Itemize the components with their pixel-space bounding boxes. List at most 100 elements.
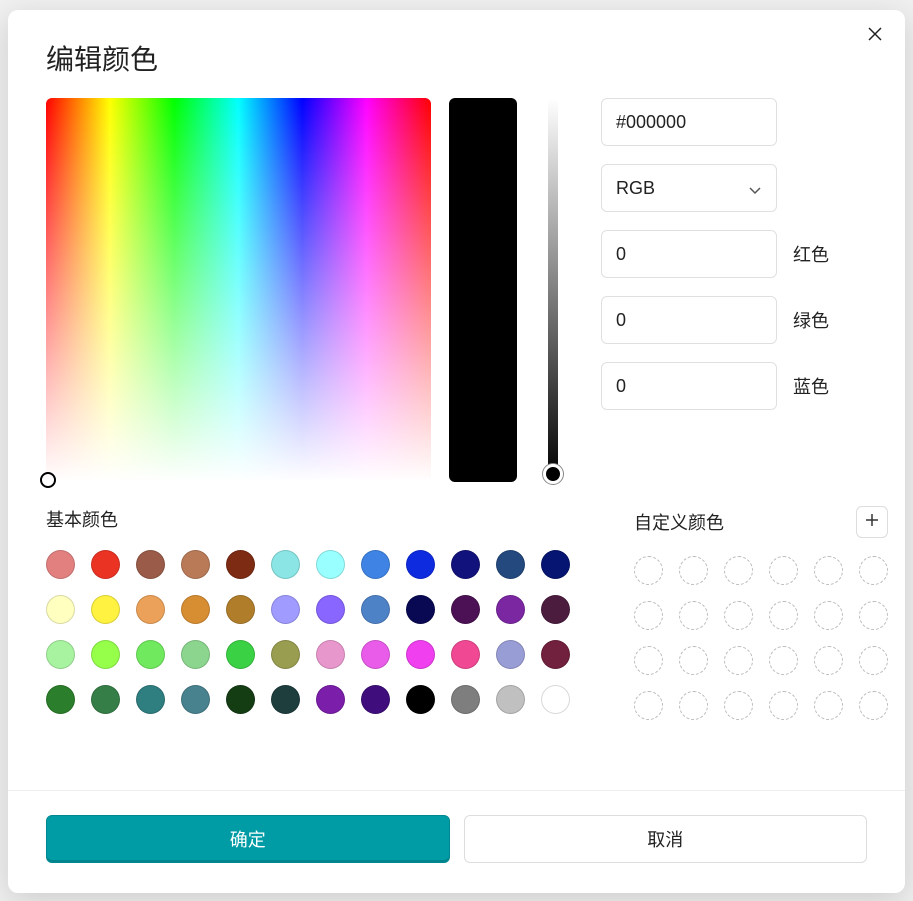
custom-swatch-empty[interactable] [814, 646, 843, 675]
basic-swatch[interactable] [271, 640, 300, 669]
custom-swatch-empty[interactable] [724, 691, 753, 720]
hue-cursor[interactable] [40, 472, 56, 488]
ok-button[interactable]: 确定 [46, 815, 450, 863]
custom-swatch-empty[interactable] [769, 601, 798, 630]
blue-input[interactable] [601, 362, 777, 410]
basic-swatch[interactable] [46, 640, 75, 669]
basic-swatch[interactable] [226, 640, 255, 669]
value-thumb[interactable] [543, 464, 563, 484]
custom-swatch-empty[interactable] [769, 691, 798, 720]
basic-swatch[interactable] [316, 685, 345, 714]
cancel-button[interactable]: 取消 [464, 815, 868, 863]
basic-colors-grid [46, 550, 586, 714]
custom-swatch-empty[interactable] [724, 556, 753, 585]
basic-swatch[interactable] [226, 550, 255, 579]
custom-swatch-empty[interactable] [859, 556, 888, 585]
value-slider[interactable] [541, 98, 565, 482]
chevron-down-icon [748, 181, 762, 195]
hex-input[interactable] [601, 98, 777, 146]
basic-swatch[interactable] [136, 595, 165, 624]
basic-swatch[interactable] [496, 550, 525, 579]
blue-label: 蓝色 [793, 373, 829, 399]
basic-swatch[interactable] [496, 640, 525, 669]
basic-swatch[interactable] [541, 595, 570, 624]
green-input[interactable] [601, 296, 777, 344]
custom-swatch-empty[interactable] [724, 646, 753, 675]
basic-swatch[interactable] [451, 595, 480, 624]
basic-swatch[interactable] [361, 685, 390, 714]
custom-swatch-empty[interactable] [769, 646, 798, 675]
cancel-button-label: 取消 [647, 826, 683, 852]
custom-swatch-empty[interactable] [679, 691, 708, 720]
dialog-title: 编辑颜色 [8, 10, 905, 98]
close-icon [867, 26, 883, 47]
basic-swatch[interactable] [451, 640, 480, 669]
basic-swatch[interactable] [496, 595, 525, 624]
basic-swatch[interactable] [361, 640, 390, 669]
basic-swatch[interactable] [406, 685, 435, 714]
basic-swatch[interactable] [406, 640, 435, 669]
basic-swatch[interactable] [91, 640, 120, 669]
custom-swatch-empty[interactable] [679, 556, 708, 585]
basic-swatch[interactable] [271, 595, 300, 624]
basic-swatch[interactable] [271, 685, 300, 714]
custom-colors-title: 自定义颜色 [634, 509, 724, 535]
custom-swatch-empty[interactable] [769, 556, 798, 585]
custom-swatch-empty[interactable] [634, 601, 663, 630]
close-button[interactable] [863, 24, 887, 48]
basic-colors-column: 基本颜色 [46, 506, 586, 720]
basic-swatch[interactable] [271, 550, 300, 579]
custom-swatch-empty[interactable] [859, 691, 888, 720]
basic-swatch[interactable] [361, 550, 390, 579]
basic-swatch[interactable] [451, 685, 480, 714]
custom-swatch-empty[interactable] [634, 646, 663, 675]
value-track [548, 98, 558, 482]
basic-swatch[interactable] [136, 640, 165, 669]
basic-swatch[interactable] [181, 595, 210, 624]
basic-swatch[interactable] [316, 640, 345, 669]
custom-colors-column: 自定义颜色 [634, 506, 888, 720]
basic-swatch[interactable] [541, 685, 570, 714]
basic-swatch[interactable] [46, 595, 75, 624]
basic-swatch[interactable] [181, 550, 210, 579]
custom-swatch-empty[interactable] [859, 601, 888, 630]
color-mode-select[interactable]: RGB [601, 164, 777, 212]
basic-swatch[interactable] [181, 640, 210, 669]
basic-swatch[interactable] [541, 640, 570, 669]
color-picker-area: RGB 红色 绿色 蓝色 [8, 98, 905, 482]
basic-swatch[interactable] [406, 550, 435, 579]
basic-swatch[interactable] [136, 550, 165, 579]
custom-swatch-empty[interactable] [814, 601, 843, 630]
custom-swatch-empty[interactable] [679, 601, 708, 630]
green-label: 绿色 [793, 307, 829, 333]
basic-swatch[interactable] [181, 685, 210, 714]
basic-swatch[interactable] [451, 550, 480, 579]
basic-swatch[interactable] [91, 685, 120, 714]
basic-swatch[interactable] [226, 595, 255, 624]
basic-swatch[interactable] [46, 550, 75, 579]
basic-swatch[interactable] [316, 550, 345, 579]
edit-color-dialog: 编辑颜色 RGB 红色 [8, 10, 905, 893]
basic-swatch[interactable] [91, 550, 120, 579]
custom-swatch-empty[interactable] [814, 691, 843, 720]
custom-swatch-empty[interactable] [679, 646, 708, 675]
add-custom-color-button[interactable] [856, 506, 888, 538]
basic-swatch[interactable] [91, 595, 120, 624]
custom-swatch-empty[interactable] [724, 601, 753, 630]
custom-swatch-empty[interactable] [634, 556, 663, 585]
custom-swatch-empty[interactable] [814, 556, 843, 585]
basic-swatch[interactable] [136, 685, 165, 714]
red-input[interactable] [601, 230, 777, 278]
basic-swatch[interactable] [496, 685, 525, 714]
hue-saturation-field[interactable] [46, 98, 431, 482]
basic-swatch[interactable] [316, 595, 345, 624]
basic-swatch[interactable] [406, 595, 435, 624]
basic-swatch[interactable] [361, 595, 390, 624]
basic-swatch[interactable] [541, 550, 570, 579]
custom-colors-grid [634, 556, 888, 720]
plus-icon [864, 512, 880, 533]
custom-swatch-empty[interactable] [634, 691, 663, 720]
basic-swatch[interactable] [226, 685, 255, 714]
basic-swatch[interactable] [46, 685, 75, 714]
custom-swatch-empty[interactable] [859, 646, 888, 675]
